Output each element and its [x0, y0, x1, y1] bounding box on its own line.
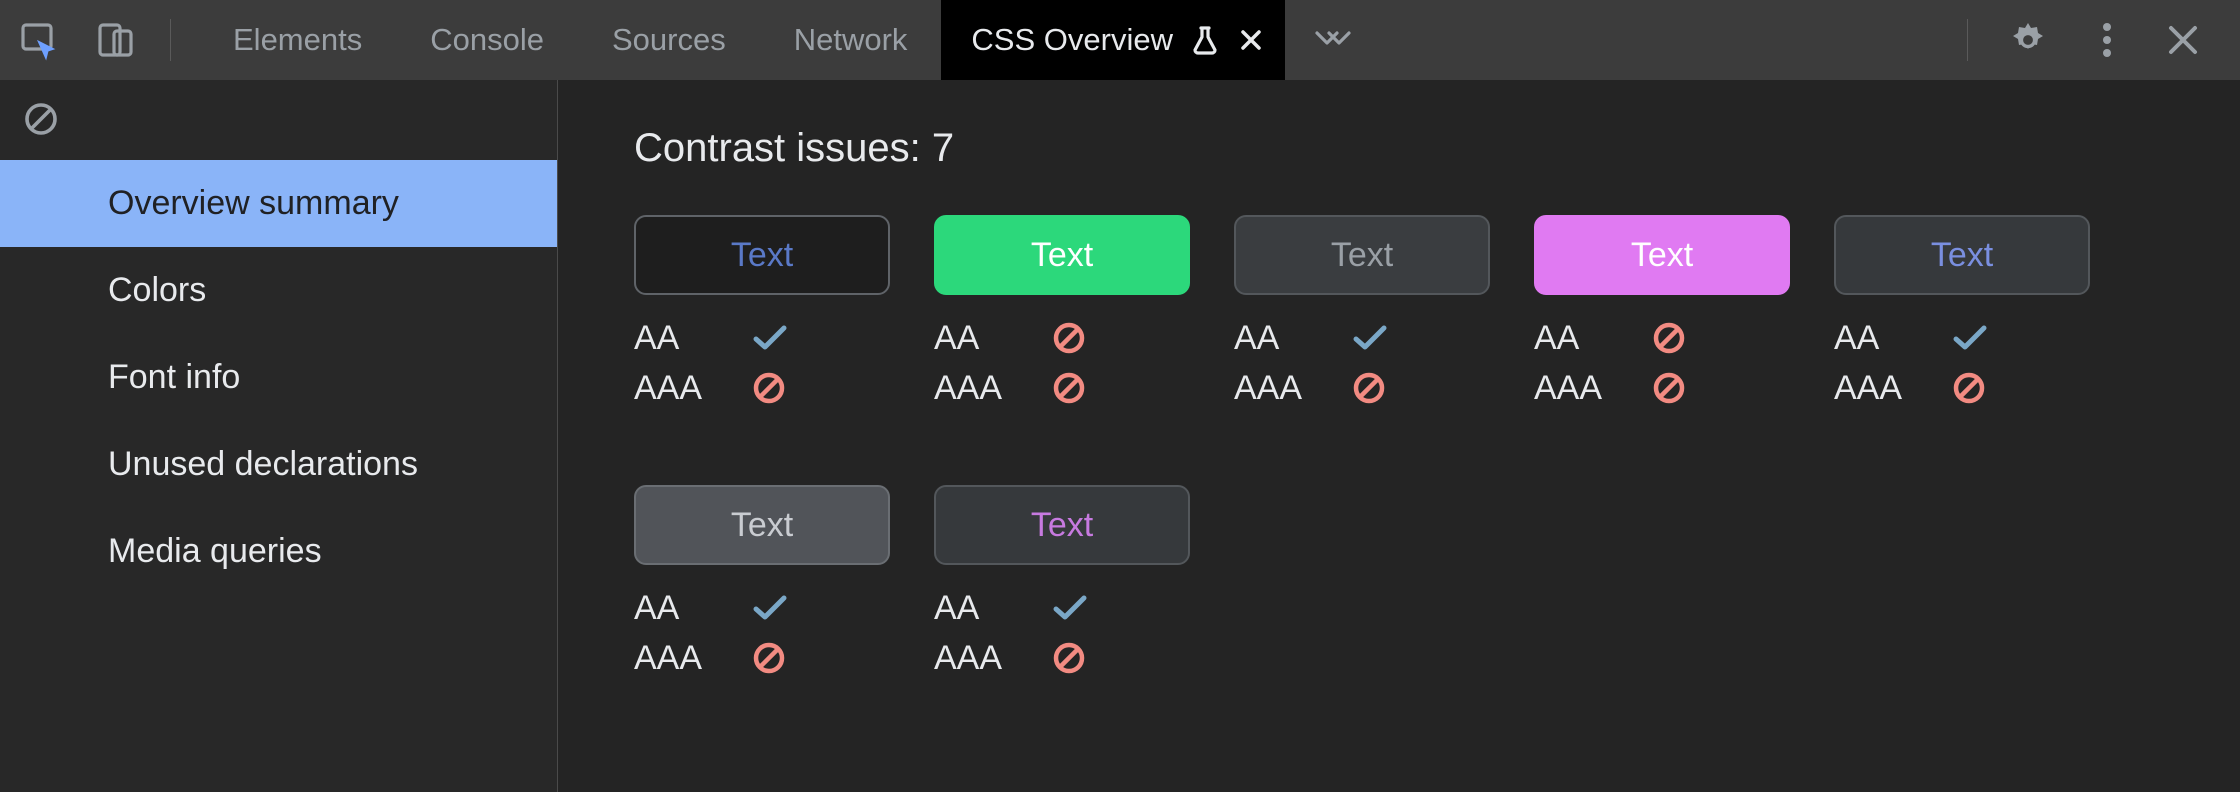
separator	[1967, 19, 1968, 61]
no-entry-icon	[1652, 371, 1686, 405]
checkmark-icon	[1052, 593, 1088, 623]
aa-label: AA	[1834, 319, 1952, 358]
sidebar-item-media-queries[interactable]: Media queries	[0, 508, 557, 595]
sidebar-item-overview-summary[interactable]: Overview summary	[0, 160, 557, 247]
toggle-device-icon[interactable]	[94, 19, 136, 61]
tabbar-right-icons	[2008, 20, 2222, 60]
aa-label: AA	[934, 589, 1052, 628]
tab-network[interactable]: Network	[760, 0, 942, 80]
flask-icon	[1191, 25, 1219, 55]
color-swatch[interactable]: Text	[1834, 215, 2090, 295]
contrast-ratings: AAAAA	[1534, 313, 1790, 413]
contrast-swatch[interactable]: TextAAAAA	[1834, 215, 2090, 413]
color-swatch[interactable]: Text	[1234, 215, 1490, 295]
sidebar-item-font-info[interactable]: Font info	[0, 334, 557, 421]
sidebar-item-colors[interactable]: Colors	[0, 247, 557, 334]
color-swatch[interactable]: Text	[934, 215, 1190, 295]
close-tab-icon[interactable]	[1239, 28, 1263, 52]
tab-sources[interactable]: Sources	[578, 0, 760, 80]
no-entry-icon	[1052, 371, 1086, 405]
no-entry-icon	[752, 371, 786, 405]
no-entry-icon	[1052, 641, 1086, 675]
no-entry-icon	[752, 641, 786, 675]
devtools-tabbar: Elements Console Sources Network CSS Ove…	[0, 0, 2240, 80]
aa-label: AA	[634, 319, 752, 358]
clear-overview-icon[interactable]	[0, 94, 557, 138]
inspect-element-icon[interactable]	[18, 19, 60, 61]
checkmark-icon	[752, 323, 788, 353]
tab-css-overview[interactable]: CSS Overview	[941, 0, 1285, 80]
no-entry-icon	[1352, 371, 1386, 405]
panel-split: Overview summary Colors Font info Unused…	[0, 80, 2240, 792]
tab-console[interactable]: Console	[396, 0, 578, 80]
css-overview-main: Contrast issues: 7 TextAAAAATextAAAAATex…	[558, 80, 2240, 792]
checkmark-icon	[1952, 323, 1988, 353]
css-overview-sidebar: Overview summary Colors Font info Unused…	[0, 80, 558, 792]
aa-label: AA	[1234, 319, 1352, 358]
aa-label: AA	[934, 319, 1052, 358]
separator	[170, 19, 171, 61]
aaa-label: AAA	[934, 639, 1052, 678]
contrast-swatch-grid: TextAAAAATextAAAAATextAAAAATextAAAAAText…	[634, 215, 2240, 683]
section-heading: Contrast issues: 7	[634, 126, 2240, 171]
tabbar-left-icons	[18, 19, 136, 61]
color-swatch[interactable]: Text	[934, 485, 1190, 565]
color-swatch[interactable]: Text	[634, 215, 890, 295]
aa-label: AA	[634, 589, 752, 628]
sidebar-list: Overview summary Colors Font info Unused…	[0, 160, 557, 595]
contrast-swatch[interactable]: TextAAAAA	[634, 485, 890, 683]
contrast-ratings: AAAAA	[634, 583, 890, 683]
tab-strip: Elements Console Sources Network CSS Ove…	[199, 0, 1285, 80]
contrast-swatch[interactable]: TextAAAAA	[934, 215, 1190, 413]
aaa-label: AAA	[1534, 369, 1652, 408]
kebab-menu-icon[interactable]	[2098, 20, 2116, 60]
aaa-label: AAA	[634, 369, 752, 408]
aaa-label: AAA	[634, 639, 752, 678]
color-swatch[interactable]: Text	[634, 485, 890, 565]
contrast-swatch[interactable]: TextAAAAA	[1234, 215, 1490, 413]
contrast-ratings: AAAAA	[1834, 313, 2090, 413]
aa-label: AA	[1534, 319, 1652, 358]
aaa-label: AAA	[1234, 369, 1352, 408]
more-tabs-icon[interactable]	[1313, 26, 1353, 54]
aaa-label: AAA	[934, 369, 1052, 408]
contrast-swatch[interactable]: TextAAAAA	[934, 485, 1190, 683]
no-entry-icon	[1952, 371, 1986, 405]
contrast-swatch[interactable]: TextAAAAA	[1534, 215, 1790, 413]
sidebar-item-unused-declarations[interactable]: Unused declarations	[0, 421, 557, 508]
aaa-label: AAA	[1834, 369, 1952, 408]
contrast-ratings: AAAAA	[934, 313, 1190, 413]
contrast-ratings: AAAAA	[634, 313, 890, 413]
contrast-ratings: AAAAA	[1234, 313, 1490, 413]
contrast-swatch[interactable]: TextAAAAA	[634, 215, 890, 413]
checkmark-icon	[1352, 323, 1388, 353]
contrast-ratings: AAAAA	[934, 583, 1190, 683]
no-entry-icon	[1652, 321, 1686, 355]
tab-elements[interactable]: Elements	[199, 0, 396, 80]
color-swatch[interactable]: Text	[1534, 215, 1790, 295]
close-devtools-icon[interactable]	[2166, 23, 2200, 57]
checkmark-icon	[752, 593, 788, 623]
no-entry-icon	[1052, 321, 1086, 355]
settings-gear-icon[interactable]	[2008, 20, 2048, 60]
